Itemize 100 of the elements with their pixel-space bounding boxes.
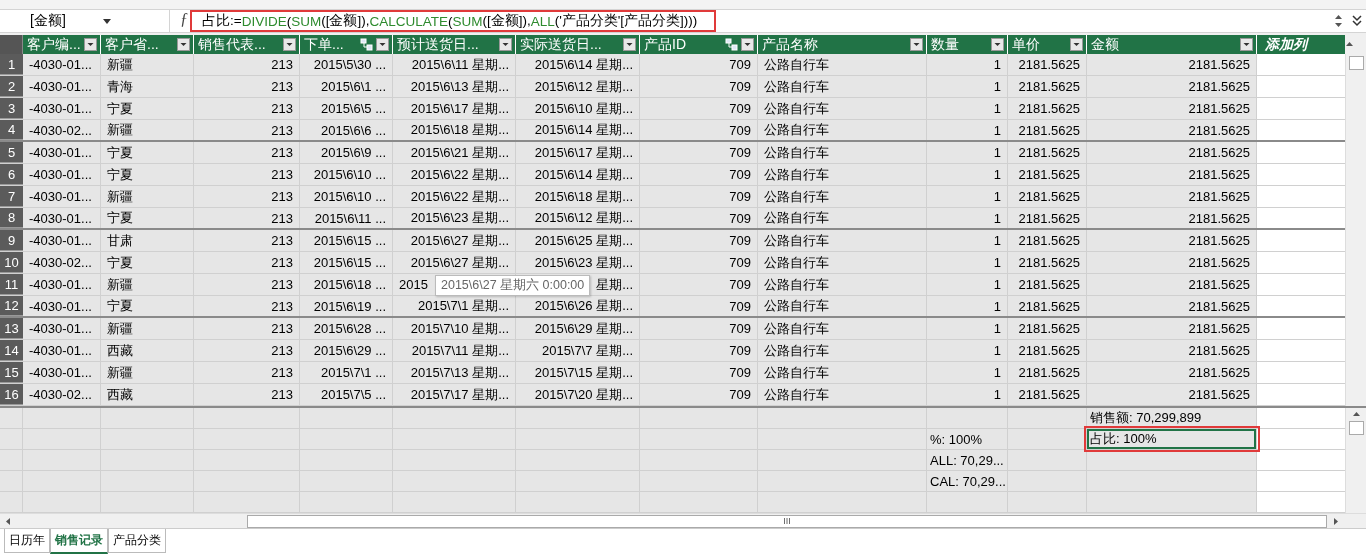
table-cell: 2015\6\27 星期... [393,252,516,273]
row-number[interactable]: 16 [0,384,23,405]
table-cell: 709 [640,120,758,140]
add-column-header[interactable]: 添加列 [1257,35,1345,54]
row-number[interactable]: 5 [0,142,23,163]
dropdown-icon[interactable] [991,38,1004,52]
row-number[interactable]: 14 [0,340,23,361]
name-box[interactable]: [金额] [0,10,170,33]
table-cell: 709 [640,230,758,251]
dropdown-icon[interactable] [283,38,296,52]
table-cell: 西藏 [101,340,194,361]
row-number[interactable]: 1 [0,54,23,75]
table-cell: 709 [640,208,758,228]
table-cell: 宁夏 [101,142,194,163]
table-cell: 2015\6\9 ... [300,142,393,163]
row-number[interactable]: 6 [0,164,23,185]
table-cell: 1 [927,318,1008,339]
row-number[interactable]: 4 [0,120,23,140]
dropdown-icon[interactable] [376,38,389,52]
table-cell: 2015\6\14 星期... [516,164,640,185]
dropdown-icon[interactable] [499,38,512,52]
table-cell: 2181.5625 [1087,296,1257,316]
measure-cell[interactable]: 占比: 100% [1087,429,1257,449]
scroll-up-icon[interactable] [1351,410,1361,419]
table-cell: 1 [927,208,1008,228]
table-cell: 宁夏 [101,208,194,228]
spin-icon[interactable] [1334,13,1344,30]
dropdown-icon[interactable] [741,38,754,52]
scroll-left-icon[interactable] [4,517,13,526]
table-cell: 公路自行车 [758,98,927,119]
table-cell: 2181.5625 [1087,98,1257,119]
row-number[interactable]: 9 [0,230,23,251]
table-cell: -4030-01... [23,362,101,383]
table-cell: 公路自行车 [758,54,927,75]
table-cell: 2181.5625 [1008,120,1087,140]
scroll-right-icon[interactable] [1331,517,1340,526]
scroll-thumb[interactable] [1348,421,1364,435]
table-cell: 2181.5625 [1087,384,1257,405]
select-all-corner[interactable] [0,35,23,54]
table-cell: -4030-01... [23,318,101,339]
table-cell: 213 [194,318,300,339]
formula-field[interactable]: 占比:=DIVIDE(SUM([金额]),CALCULATE(SUM([金额]),ALL('产品分类'[产品分类]))) [190,10,716,33]
dropdown-icon[interactable] [1240,38,1253,52]
table-cell: 公路自行车 [758,340,927,361]
expand-icon[interactable] [1351,14,1362,29]
table-cell: 公路自行车 [758,362,927,383]
table-cell: 2015\7\20 星期... [516,384,640,405]
caret-icon[interactable] [103,18,111,24]
table-cell: 新疆 [101,54,194,75]
row-number[interactable]: 11 [0,274,23,295]
table-cell: 2015\6\6 ... [300,120,393,140]
row-number[interactable]: 7 [0,186,23,207]
row-number[interactable]: 15 [0,362,23,383]
table-cell: 2015\6\15 ... [300,230,393,251]
table-cell: 新疆 [101,186,194,207]
scroll-thumb[interactable] [1348,56,1364,70]
dropdown-icon[interactable] [84,38,97,52]
table-cell: 新疆 [101,274,194,295]
table-cell: 2015\6\21 星期... [393,142,516,163]
measure-cell[interactable]: %: 100% [927,429,1008,449]
sheet-tab[interactable]: 产品分类 [108,529,166,553]
table-cell: 2015\6\12 星期... [516,76,640,97]
dropdown-icon[interactable] [1070,38,1083,52]
table-cell: 公路自行车 [758,208,927,228]
row-number[interactable]: 2 [0,76,23,97]
table-cell: 2015\7\7 星期... [516,340,640,361]
measure-cell[interactable]: ALL: 70,29... [927,450,1008,470]
row-number[interactable]: 12 [0,296,23,316]
table-cell: 2181.5625 [1008,98,1087,119]
table-cell: 213 [194,274,300,295]
row-number[interactable]: 13 [0,318,23,339]
row-number[interactable]: 10 [0,252,23,273]
dropdown-icon[interactable] [177,38,190,52]
sheet-tab[interactable]: 销售记录 [50,529,108,554]
scroll-thumb[interactable]: III [247,514,1327,528]
table-cell: -4030-01... [23,142,101,163]
table-cell: 1 [927,340,1008,361]
row-number[interactable]: 8 [0,208,23,228]
table-cell: 新疆 [101,362,194,383]
dropdown-icon[interactable] [910,38,923,52]
table-cell: 2015\6\19 ... [300,296,393,316]
table-cell: -4030-01... [23,230,101,251]
table-cell: 公路自行车 [758,318,927,339]
dropdown-icon[interactable] [623,38,636,52]
table-cell: 2015\6\11 ... [300,208,393,228]
table-cell: 2015\7\15 星期... [516,362,640,383]
table-cell: 2181.5625 [1008,164,1087,185]
table-cell: -4030-01... [23,186,101,207]
table-cell: 2181.5625 [1008,230,1087,251]
table-cell: 709 [640,296,758,316]
measure-cell[interactable]: 销售额: 70,299,899 [1087,408,1257,428]
row-number[interactable]: 3 [0,98,23,119]
table-cell: 新疆 [101,120,194,140]
measure-cell[interactable]: CAL: 70,29... [927,471,1008,491]
table-cell: 2181.5625 [1087,318,1257,339]
sheet-tab[interactable]: 日历年 [4,529,50,553]
table-cell: 2015\6\5 ... [300,98,393,119]
table-cell: 公路自行车 [758,164,927,185]
table-cell: 2181.5625 [1087,76,1257,97]
table-cell: 公路自行车 [758,384,927,405]
